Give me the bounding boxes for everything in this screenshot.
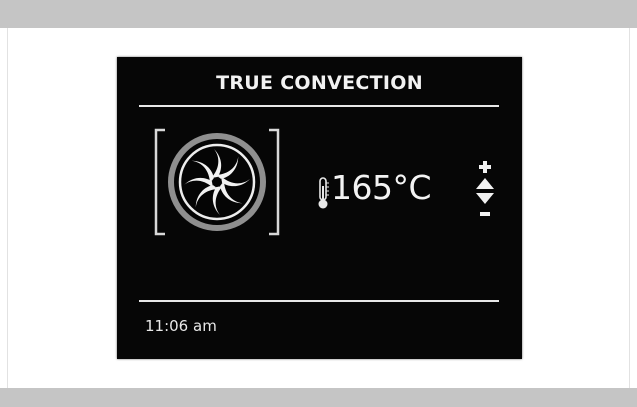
clock-time[interactable]: 11:06 am [145,317,217,335]
oven-control-screen: TRUE CONVECTION 165°C 11:06 am [117,57,522,359]
temperature-readout: 165°C [331,168,432,207]
plus-icon[interactable] [474,159,496,175]
left-frame-edge [7,28,8,388]
bottom-frame-bar [0,388,637,407]
right-frame-edge [629,28,630,388]
thermometer-icon [318,177,329,209]
temperature-down-button[interactable] [474,192,496,205]
minus-icon[interactable] [474,208,496,220]
oven-display-page: TRUE CONVECTION 165°C 11:06 am [0,0,637,407]
cooking-mode-title: TRUE CONVECTION [216,72,423,94]
temperature-adjust-control [474,159,496,221]
bottom-divider [139,300,499,302]
convection-fan-graphic [154,128,280,236]
top-divider [139,105,499,107]
top-frame-bar [0,0,637,28]
convection-fan-icon[interactable] [151,126,283,238]
temperature-up-button[interactable] [474,177,496,190]
